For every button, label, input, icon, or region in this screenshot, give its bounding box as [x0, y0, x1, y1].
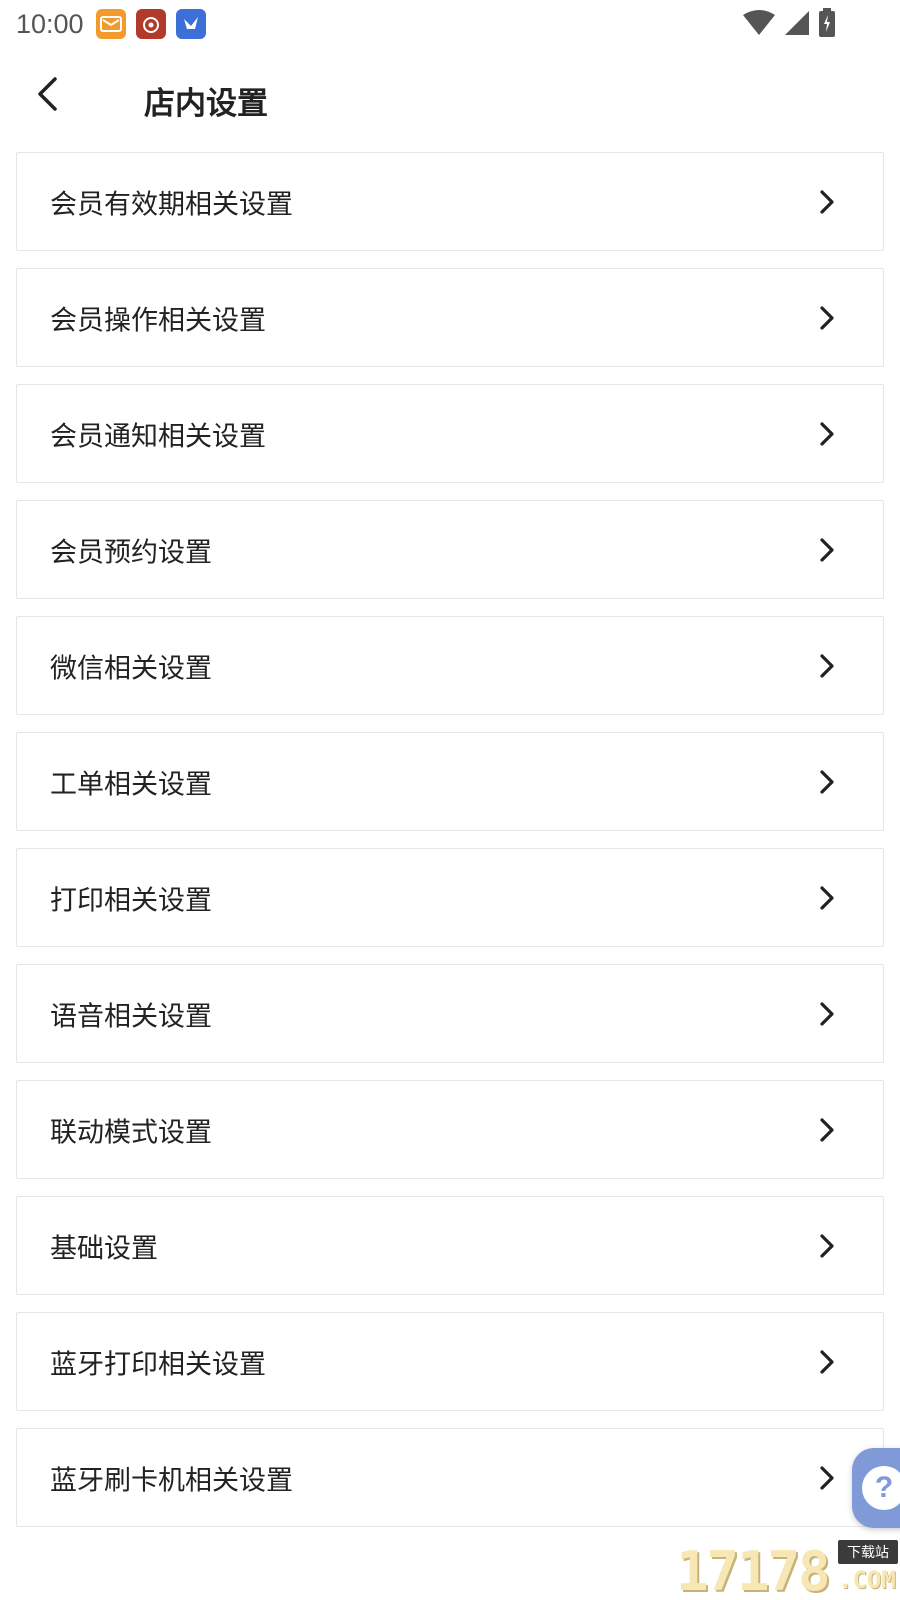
back-button[interactable]	[24, 72, 72, 120]
help-icon: ?	[862, 1466, 900, 1510]
menu-item[interactable]: 基础设置	[16, 1196, 884, 1295]
menu-item-label: 微信相关设置	[50, 653, 212, 684]
menu-item[interactable]: 蓝牙刷卡机相关设置	[16, 1428, 884, 1527]
cell-signal-icon	[784, 10, 810, 40]
settings-screen: 10:00 店内设置 会员有效期相关设置 会员操作相关设置 会员通知相关设置 会…	[0, 0, 900, 1600]
menu-item[interactable]: 打印相关设置	[16, 848, 884, 947]
chevron-left-icon	[36, 77, 60, 115]
menu-item-label: 蓝牙刷卡机相关设置	[50, 1465, 293, 1496]
menu-item-label: 会员操作相关设置	[50, 305, 266, 336]
watermark-domain: .COM	[838, 1566, 896, 1594]
watermark-badge: 下载站	[838, 1540, 898, 1564]
chevron-right-icon	[815, 652, 839, 680]
chevron-right-icon	[815, 1116, 839, 1144]
watermark-number: 17178	[676, 1540, 831, 1600]
status-time: 10:00	[16, 8, 84, 39]
chevron-right-icon	[815, 188, 839, 216]
menu-item[interactable]: 语音相关设置	[16, 964, 884, 1063]
menu-item-label: 打印相关设置	[50, 885, 212, 916]
system-status-icons	[742, 8, 836, 42]
menu-item[interactable]: 会员预约设置	[16, 500, 884, 599]
menu-item[interactable]: 会员操作相关设置	[16, 268, 884, 367]
menu-item[interactable]: 会员通知相关设置	[16, 384, 884, 483]
status-bar: 10:00	[0, 0, 900, 48]
chevron-right-icon	[815, 1000, 839, 1028]
menu-item[interactable]: 工单相关设置	[16, 732, 884, 831]
battery-icon	[818, 8, 836, 42]
notification-icons	[95, 9, 206, 39]
menu-item-label: 会员有效期相关设置	[50, 189, 293, 220]
menu-item[interactable]: 联动模式设置	[16, 1080, 884, 1179]
page-title: 店内设置	[144, 86, 268, 122]
menu-item[interactable]: 会员有效期相关设置	[16, 152, 884, 251]
chevron-right-icon	[815, 1464, 839, 1492]
menu-item-label: 语音相关设置	[50, 1001, 212, 1032]
menu-item[interactable]: 蓝牙打印相关设置	[16, 1312, 884, 1411]
menu-item-label: 蓝牙打印相关设置	[50, 1349, 266, 1380]
menu-item-label: 会员预约设置	[50, 537, 212, 568]
menu-item[interactable]: 微信相关设置	[16, 616, 884, 715]
help-button[interactable]: ?	[852, 1448, 900, 1528]
bird-app-icon	[175, 9, 206, 39]
wifi-icon	[742, 9, 776, 41]
chevron-right-icon	[815, 884, 839, 912]
app-header: 店内设置	[0, 64, 900, 134]
mail-app-icon	[95, 9, 126, 39]
chevron-right-icon	[815, 1348, 839, 1376]
chevron-right-icon	[815, 1232, 839, 1260]
menu-item-label: 会员通知相关设置	[50, 421, 266, 452]
chevron-right-icon	[815, 420, 839, 448]
settings-menu-list: 会员有效期相关设置 会员操作相关设置 会员通知相关设置 会员预约设置 微信相关设置 工单相…	[16, 152, 884, 1544]
menu-item-label: 基础设置	[50, 1233, 158, 1264]
chevron-right-icon	[815, 304, 839, 332]
menu-item-label: 联动模式设置	[50, 1117, 212, 1148]
weibo-app-icon	[135, 9, 166, 39]
chevron-right-icon	[815, 536, 839, 564]
chevron-right-icon	[815, 768, 839, 796]
menu-item-label: 工单相关设置	[50, 769, 212, 800]
watermark-logo: 17178 下载站 .COM	[676, 1540, 900, 1600]
